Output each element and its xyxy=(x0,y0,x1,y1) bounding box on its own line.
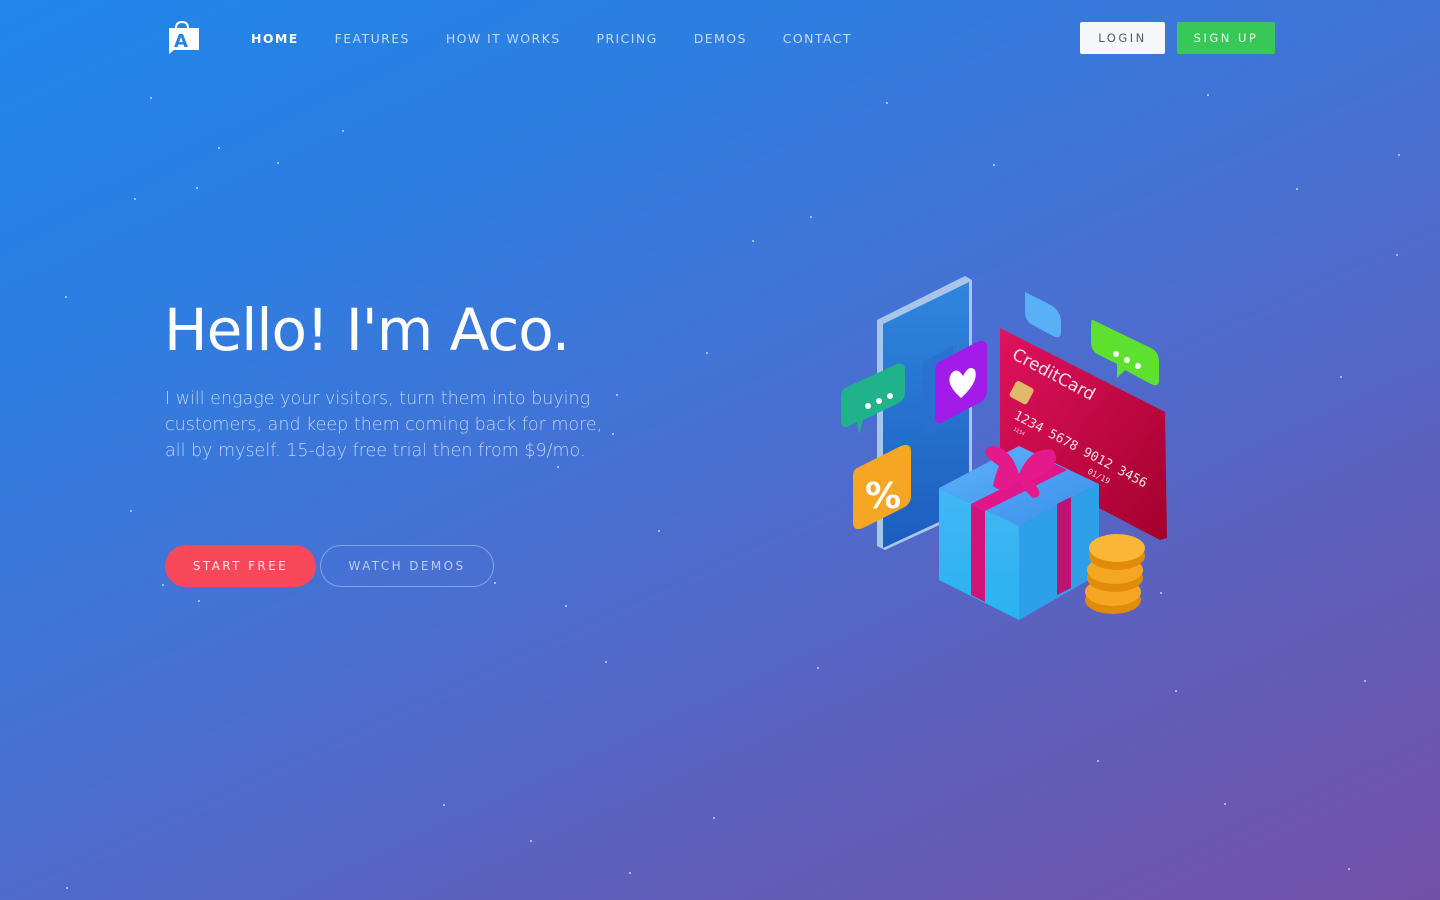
brand-logo[interactable]: A xyxy=(166,20,200,56)
nav-how-it-works[interactable]: HOW IT WORKS xyxy=(446,31,561,46)
top-nav: A HOME FEATURES HOW IT WORKS PRICING DEM… xyxy=(0,0,1440,78)
start-free-button[interactable]: START FREE xyxy=(165,545,316,587)
hero-title: Hello! I'm Aco. xyxy=(164,296,570,364)
main-menu: HOME FEATURES HOW IT WORKS PRICING DEMOS… xyxy=(251,31,888,46)
signup-button[interactable]: SIGN UP xyxy=(1177,22,1275,54)
nav-features[interactable]: FEATURES xyxy=(335,31,410,46)
nav-pricing[interactable]: PRICING xyxy=(597,31,658,46)
login-button[interactable]: LOGIN xyxy=(1080,22,1165,54)
shopping-bag-logo-icon: A xyxy=(169,20,199,54)
green-chat-bubble-icon xyxy=(1091,319,1159,386)
blue-tile-icon xyxy=(1025,292,1061,338)
hero-description: I will engage your visitors, turn them i… xyxy=(165,389,603,461)
nav-demos[interactable]: DEMOS xyxy=(694,31,747,46)
logo-letter: A xyxy=(174,31,188,52)
nav-home[interactable]: HOME xyxy=(251,31,299,46)
hero-illustration: CreditCard 1234 5678 9012 3456 1234 01/1… xyxy=(835,270,1175,630)
nav-contact[interactable]: CONTACT xyxy=(783,31,852,46)
percent-symbol: % xyxy=(865,476,901,517)
coin-stack-graphic xyxy=(1085,534,1145,614)
watch-demos-button[interactable]: WATCH DEMOS xyxy=(320,545,494,587)
